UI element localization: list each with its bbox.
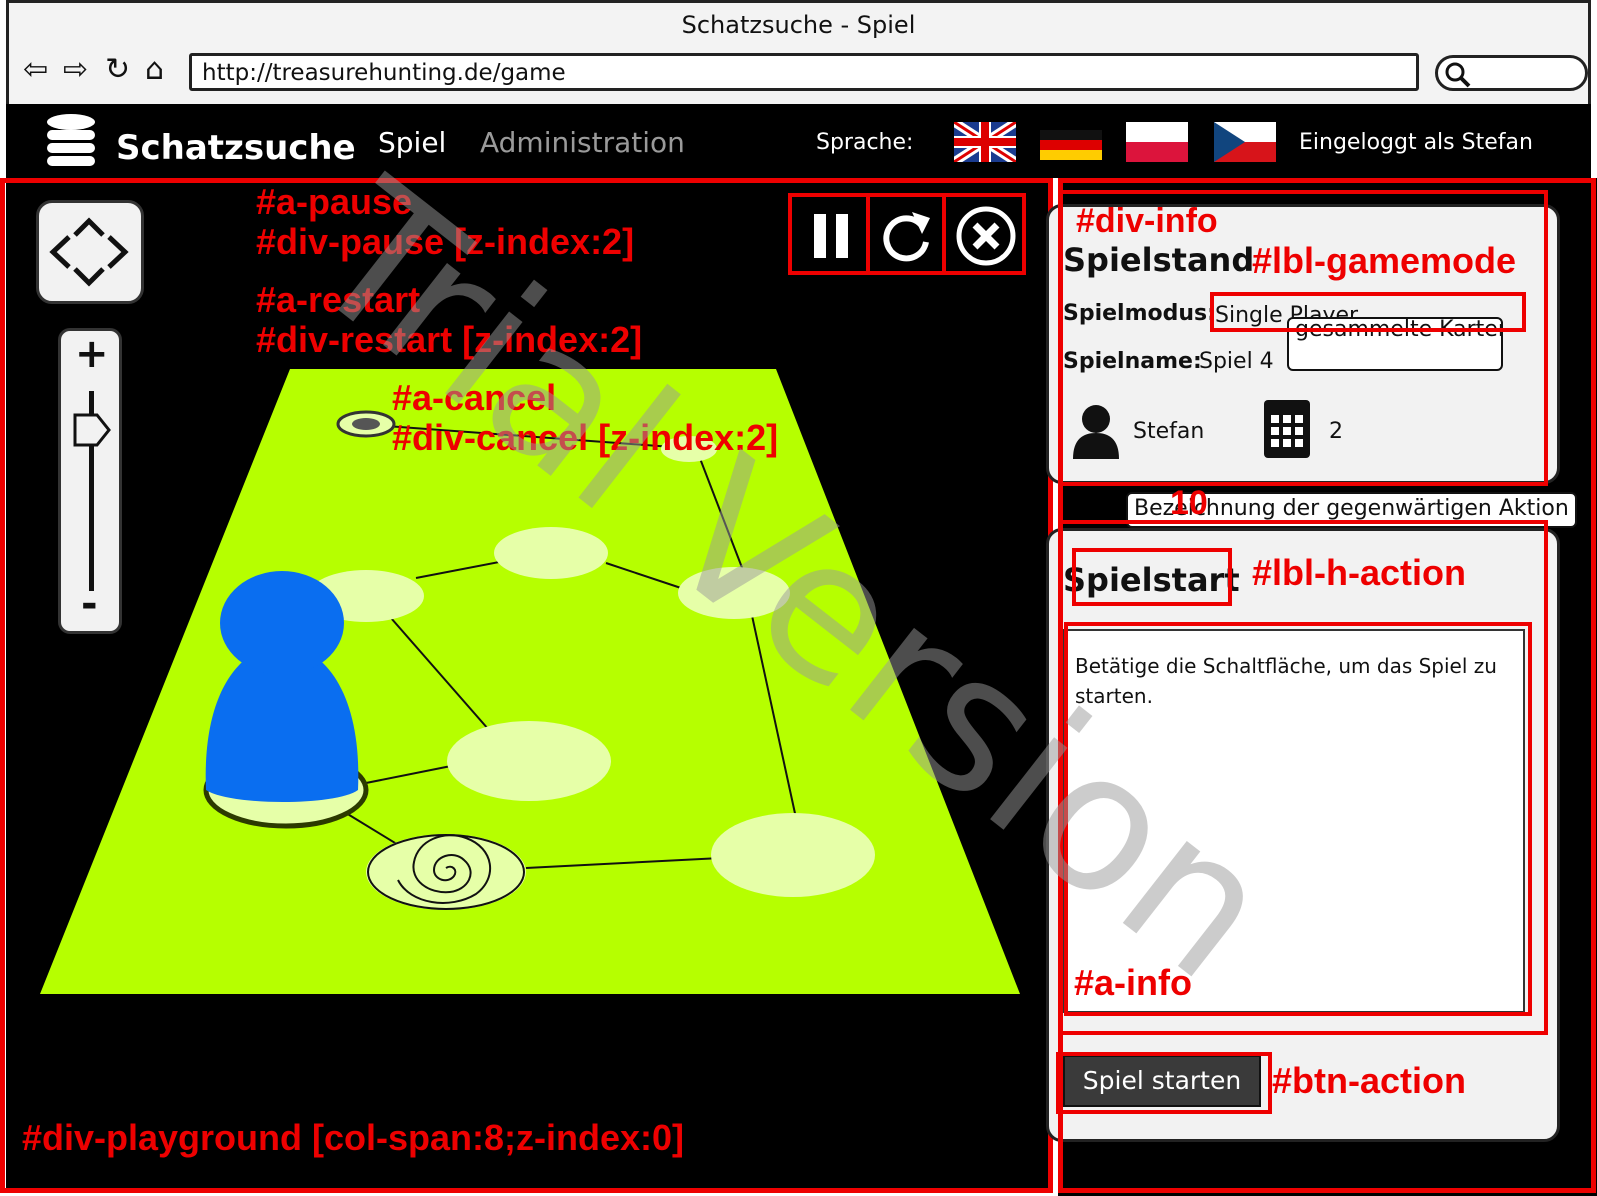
nav-item-spiel[interactable]: Spiel xyxy=(378,126,446,159)
uk-flag-icon[interactable] xyxy=(954,122,1016,162)
annotation-a-restart: #a-restart xyxy=(256,279,421,320)
action-description: Betätige die Schaltfläche, um das Spiel … xyxy=(1075,654,1497,708)
annotation-number: 10 xyxy=(1170,484,1208,522)
pause-icon xyxy=(814,214,848,258)
zoom-slider-handle[interactable] xyxy=(73,413,113,447)
info-title: Spielstand xyxy=(1063,241,1255,279)
logged-in-user: Eingeloggt als Stefan xyxy=(1299,130,1533,155)
annotation-a-pause: #a-pause xyxy=(256,181,413,222)
address-bar[interactable]: http://treasurehunting.de/game xyxy=(189,53,1419,91)
side-panel: Spielstand Spielmodus: Single Player ges… xyxy=(1046,178,1597,1196)
annotation-div-cancel: #div-cancel [z-index:2] xyxy=(392,417,779,458)
cancel-button[interactable] xyxy=(946,194,1026,274)
action-heading: Spielstart xyxy=(1063,561,1240,599)
window-title: Schatzsuche - Spiel xyxy=(681,11,916,39)
restart-icon xyxy=(883,212,930,262)
pan-control[interactable] xyxy=(36,200,144,304)
database-logo-icon xyxy=(47,114,95,166)
user-icon xyxy=(1073,405,1119,459)
browser-search-field[interactable] xyxy=(1435,55,1588,91)
search-icon xyxy=(1445,62,1471,88)
cancel-icon xyxy=(956,206,1016,266)
start-game-button[interactable]: Spiel starten xyxy=(1063,1055,1261,1107)
pan-arrows-icon xyxy=(49,217,129,287)
german-flag-icon[interactable] xyxy=(1040,130,1102,160)
zoom-in-button[interactable]: + xyxy=(75,331,109,377)
back-icon[interactable]: ⇦ xyxy=(23,55,48,85)
game-mode-label: Spielmodus: xyxy=(1063,301,1216,326)
zoom-out-button[interactable]: - xyxy=(81,581,98,627)
brand-name[interactable]: Schatzsuche xyxy=(116,128,356,168)
cards-tooltip: gesammelte Karten xyxy=(1287,317,1503,371)
home-icon[interactable]: ⌂ xyxy=(145,55,164,85)
board-field xyxy=(494,527,608,579)
app-navbar: Schatzsuche Spiel Administration Sprache… xyxy=(6,104,1591,178)
zoom-control: + - xyxy=(58,328,122,634)
cards-stack-icon xyxy=(1264,400,1310,458)
browser-window-chrome: Schatzsuche - Spiel ⇦ ⇨ ↻ ⌂ http://treas… xyxy=(6,0,1591,104)
annotation-div-playground: #div-playground [col-span:8;z-index:0] xyxy=(22,1117,685,1158)
language-label: Sprache: xyxy=(816,130,914,155)
restart-button[interactable] xyxy=(870,194,946,274)
annotation-a-cancel: #a-cancel xyxy=(392,377,557,418)
game-name-value: Spiel 4 xyxy=(1199,349,1274,374)
polish-flag-icon[interactable] xyxy=(1126,122,1188,162)
board-field xyxy=(711,813,875,897)
forward-icon[interactable]: ⇨ xyxy=(63,55,88,85)
annotation-btn-action: #btn-action xyxy=(1272,1060,1466,1101)
annotation-lbl-gamemode: #lbl-gamemode xyxy=(1252,240,1517,281)
annotation-a-info: #a-info xyxy=(1074,962,1193,1003)
game-name-label: Spielname: xyxy=(1063,349,1202,374)
board-field xyxy=(678,567,790,619)
annotation-div-restart: #div-restart [z-index:2] xyxy=(256,319,643,360)
action-info-box: Betätige die Schaltfläche, um das Spiel … xyxy=(1063,629,1525,1013)
game-board xyxy=(40,369,1020,994)
board-field xyxy=(447,721,611,801)
reload-icon[interactable]: ↻ xyxy=(105,55,130,85)
action-card: Spielstart Betätige die Schaltfläche, um… xyxy=(1046,528,1560,1142)
pause-button[interactable] xyxy=(794,194,870,274)
annotation-lbl-h-action: #lbl-h-action xyxy=(1252,552,1466,593)
nav-item-administration[interactable]: Administration xyxy=(480,126,685,159)
cards-count: 2 xyxy=(1329,419,1343,444)
player-name: Stefan xyxy=(1133,419,1205,444)
annotation-div-pause: #div-pause [z-index:2] xyxy=(256,221,635,262)
player-pawn xyxy=(205,571,359,802)
czech-flag-icon[interactable] xyxy=(1214,122,1276,162)
annotation-div-info: #div-info xyxy=(1076,202,1218,240)
